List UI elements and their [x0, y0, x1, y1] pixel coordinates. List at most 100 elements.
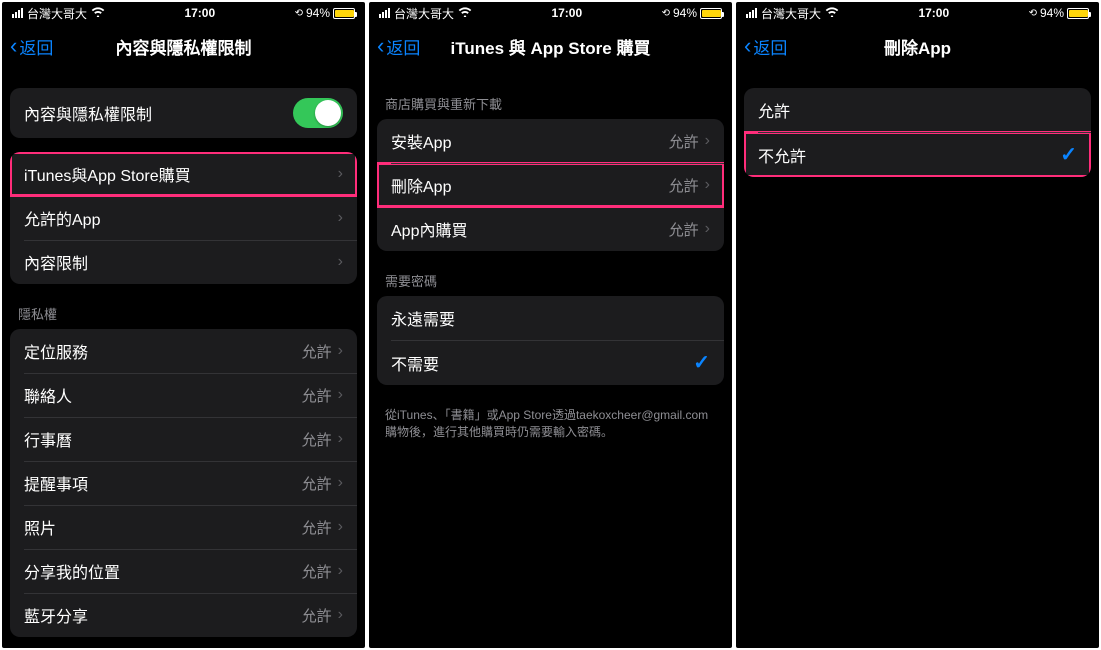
- signal-icon: [379, 8, 390, 18]
- bluetooth-share-row[interactable]: 藍牙分享 允許 ›: [10, 593, 357, 637]
- reminders-row[interactable]: 提醒事項 允許 ›: [10, 461, 357, 505]
- row-label: 不允許: [758, 143, 1060, 167]
- master-toggle-group: 內容與隱私權限制: [10, 88, 357, 138]
- chevron-right-icon: ›: [705, 132, 710, 150]
- row-value: 允許: [302, 605, 332, 626]
- in-app-purchase-row[interactable]: App內購買 允許 ›: [377, 207, 724, 251]
- dont-allow-row[interactable]: 不允許 ✓: [744, 132, 1091, 177]
- row-value: 允許: [302, 561, 332, 582]
- chevron-right-icon: ›: [338, 386, 343, 404]
- chevron-left-icon: ‹: [377, 35, 384, 57]
- row-value: 允許: [302, 517, 332, 538]
- signal-icon: [746, 8, 757, 18]
- calendar-row[interactable]: 行事曆 允許 ›: [10, 417, 357, 461]
- row-label: 聯絡人: [24, 383, 302, 407]
- clock: 17:00: [839, 6, 1029, 20]
- photos-row[interactable]: 照片 允許 ›: [10, 505, 357, 549]
- chevron-left-icon: ‹: [744, 35, 751, 57]
- row-value: 允許: [669, 175, 699, 196]
- row-label: iTunes與App Store購買: [24, 162, 338, 186]
- chevron-right-icon: ›: [705, 176, 710, 194]
- install-apps-row[interactable]: 安裝App 允許 ›: [377, 119, 724, 163]
- checkmark-icon: ✓: [1060, 142, 1077, 167]
- rotation-lock-icon: ⟲: [1029, 8, 1037, 19]
- store-group: 安裝App 允許 › 刪除App 允許 › App內購買 允許 ›: [377, 119, 724, 251]
- chevron-right-icon: ›: [338, 165, 343, 183]
- itunes-appstore-row[interactable]: iTunes與App Store購買 ›: [10, 152, 357, 196]
- wifi-icon: [825, 6, 839, 20]
- chevron-left-icon: ‹: [10, 35, 17, 57]
- chevron-right-icon: ›: [338, 209, 343, 227]
- allow-row[interactable]: 允許: [744, 88, 1091, 132]
- row-label: 藍牙分享: [24, 603, 302, 627]
- share-location-row[interactable]: 分享我的位置 允許 ›: [10, 549, 357, 593]
- password-header: 需要密碼: [369, 265, 732, 296]
- row-label: 行事曆: [24, 427, 302, 451]
- password-group: 永遠需要 不需要 ✓: [377, 296, 724, 385]
- wifi-icon: [458, 6, 472, 20]
- row-label: 定位服務: [24, 339, 302, 363]
- allow-group: 允許 不允許 ✓: [744, 88, 1091, 177]
- battery-pct: 94%: [306, 6, 330, 20]
- chevron-right-icon: ›: [338, 474, 343, 492]
- row-label: App內購買: [391, 217, 669, 241]
- nav-bar: ‹ 返回 iTunes 與 App Store 購買: [369, 24, 732, 68]
- chevron-right-icon: ›: [338, 518, 343, 536]
- battery-icon: [333, 8, 355, 19]
- content-restrictions-row[interactable]: 內容限制 ›: [10, 240, 357, 284]
- row-value: 允許: [302, 473, 332, 494]
- screen-delete-app: 台灣大哥大 17:00 ⟲ 94% ‹ 返回 刪除App 允許 不允許 ✓: [736, 2, 1099, 648]
- back-button[interactable]: ‹ 返回: [10, 34, 53, 59]
- chevron-right-icon: ›: [338, 253, 343, 271]
- chevron-right-icon: ›: [705, 220, 710, 238]
- contacts-row[interactable]: 聯絡人 允許 ›: [10, 373, 357, 417]
- battery-pct: 94%: [673, 6, 697, 20]
- back-label: 返回: [753, 34, 787, 59]
- row-value: 允許: [669, 219, 699, 240]
- row-value: 允許: [302, 341, 332, 362]
- row-label: 提醒事項: [24, 471, 302, 495]
- page-title: 內容與隱私權限制: [2, 34, 365, 59]
- clock: 17:00: [105, 6, 295, 20]
- back-label: 返回: [386, 34, 420, 59]
- row-label: 分享我的位置: [24, 559, 302, 583]
- chevron-right-icon: ›: [338, 562, 343, 580]
- row-label: 允許的App: [24, 206, 338, 230]
- always-require-row[interactable]: 永遠需要: [377, 296, 724, 340]
- location-services-row[interactable]: 定位服務 允許 ›: [10, 329, 357, 373]
- status-bar: 台灣大哥大 17:00 ⟲ 94%: [2, 2, 365, 24]
- wifi-icon: [91, 6, 105, 20]
- back-button[interactable]: ‹ 返回: [744, 34, 787, 59]
- screen-itunes-appstore: 台灣大哥大 17:00 ⟲ 94% ‹ 返回 iTunes 與 App Stor…: [369, 2, 732, 648]
- back-button[interactable]: ‹ 返回: [377, 34, 420, 59]
- page-title: iTunes 與 App Store 購買: [369, 34, 732, 59]
- screen-content-privacy: 台灣大哥大 17:00 ⟲ 94% ‹ 返回 內容與隱私權限制 內容與隱私權限制: [2, 2, 365, 648]
- battery-pct: 94%: [1040, 6, 1064, 20]
- status-bar: 台灣大哥大 17:00 ⟲ 94%: [369, 2, 732, 24]
- toggle-label: 內容與隱私權限制: [24, 101, 293, 125]
- password-footer: 從iTunes、「書籍」或App Store透過taekoxcheer@gmai…: [369, 399, 732, 450]
- delete-apps-row[interactable]: 刪除App 允許 ›: [377, 163, 724, 207]
- store-header: 商店購買與重新下載: [369, 88, 732, 119]
- toggle-switch-on[interactable]: [293, 98, 343, 128]
- nav-bar: ‹ 返回 內容與隱私權限制: [2, 24, 365, 68]
- carrier-label: 台灣大哥大: [761, 5, 821, 22]
- row-label: 永遠需要: [391, 306, 710, 330]
- carrier-label: 台灣大哥大: [394, 5, 454, 22]
- row-value: 允許: [302, 429, 332, 450]
- battery-icon: [700, 8, 722, 19]
- checkmark-icon: ✓: [693, 350, 710, 375]
- not-required-row[interactable]: 不需要 ✓: [377, 340, 724, 385]
- rotation-lock-icon: ⟲: [662, 8, 670, 19]
- row-value: 允許: [669, 131, 699, 152]
- row-label: 安裝App: [391, 129, 669, 153]
- privacy-header: 隱私權: [2, 298, 365, 329]
- rotation-lock-icon: ⟲: [295, 8, 303, 19]
- restrictions-group: iTunes與App Store購買 › 允許的App › 內容限制 ›: [10, 152, 357, 284]
- row-label: 刪除App: [391, 173, 669, 197]
- chevron-right-icon: ›: [338, 342, 343, 360]
- row-label: 內容限制: [24, 250, 338, 274]
- back-label: 返回: [19, 34, 53, 59]
- content-privacy-toggle-row[interactable]: 內容與隱私權限制: [10, 88, 357, 138]
- allowed-apps-row[interactable]: 允許的App ›: [10, 196, 357, 240]
